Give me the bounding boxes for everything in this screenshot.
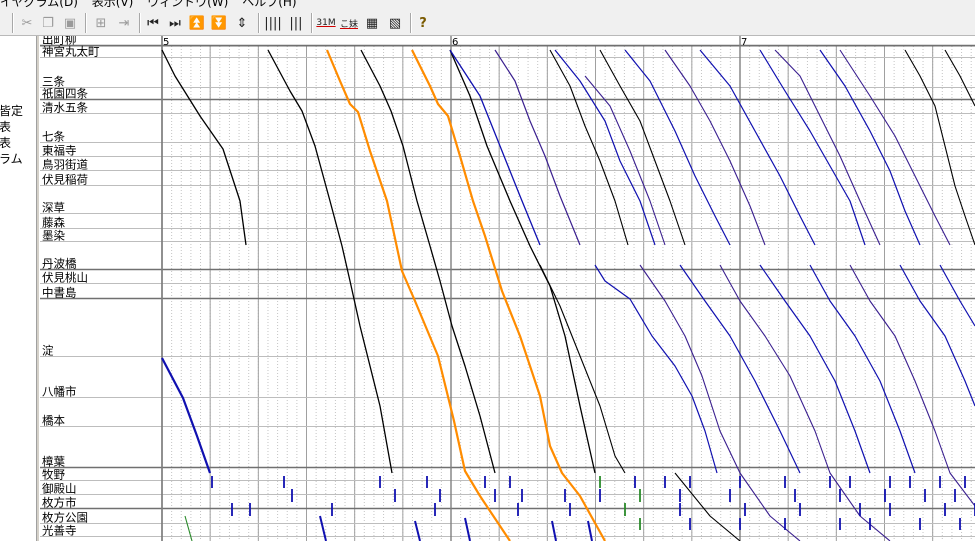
export-icon[interactable]: ⇥ xyxy=(113,13,135,33)
toolbar-separator xyxy=(410,13,412,33)
hatch-diagonal-icon[interactable]: ▧ xyxy=(384,13,406,33)
tree-item[interactable]: ラム xyxy=(0,152,23,166)
jump-center-icon[interactable]: ⇕ xyxy=(232,13,252,33)
station-label: 枚方市 xyxy=(42,496,77,510)
jump-last-icon[interactable]: ⏭ xyxy=(165,13,185,33)
station-label: 神宮丸太町 xyxy=(42,45,100,59)
station-label: 八幡市 xyxy=(42,385,77,399)
hour-label: 7 xyxy=(741,37,747,48)
toolbar-separator xyxy=(85,13,87,33)
menu-view[interactable]: 表示(V) xyxy=(92,0,134,9)
jump-first-icon[interactable]: ⏮ xyxy=(143,13,163,33)
tree-item[interactable]: 表 xyxy=(0,136,11,150)
station-label: 御殿山 xyxy=(42,482,77,496)
station-label: 祇園四条 xyxy=(42,87,88,101)
station-label: 丹波橋 xyxy=(42,257,77,271)
station-label: 中書島 xyxy=(42,286,77,300)
station-label: 墨染 xyxy=(42,229,65,243)
navigation-tree: 皆定 表 表 ラム xyxy=(0,36,36,541)
help-icon[interactable]: ? xyxy=(413,13,433,33)
menu-window[interactable]: ウィンドウ(W) xyxy=(147,0,228,9)
copy-icon[interactable]: ❐ xyxy=(38,13,58,33)
toolbar-separator xyxy=(311,13,313,33)
jump-top-icon[interactable]: ⏫ xyxy=(187,13,207,33)
tree-item[interactable]: 皆定 xyxy=(0,104,23,118)
station-label: 枚方公園 xyxy=(42,511,88,525)
station-label: 橋本 xyxy=(42,414,65,428)
menu-help[interactable]: ヘルプ(H) xyxy=(242,0,296,9)
station-label: 清水五条 xyxy=(42,101,88,115)
station-label: 伏見稲荷 xyxy=(42,173,88,187)
station-label: 伏見桃山 xyxy=(42,271,88,285)
hatch-grid-icon[interactable]: ▦ xyxy=(361,13,383,33)
narrow-columns-icon[interactable]: ||| xyxy=(286,13,306,33)
toolbar-separator xyxy=(12,13,14,33)
station-label: 七条 xyxy=(42,130,65,144)
station-label: 東福寺 xyxy=(42,144,77,158)
wide-columns-icon[interactable]: |||| xyxy=(262,13,284,33)
train-name-icon[interactable]: こ妹 xyxy=(338,13,360,33)
hour-label: 6 xyxy=(452,37,458,48)
tree-item[interactable]: 表 xyxy=(0,120,11,134)
paste-icon[interactable]: ▣ xyxy=(60,13,80,33)
cut-icon[interactable]: ✂ xyxy=(17,13,37,33)
station-label: 樟葉 xyxy=(42,455,65,469)
station-label: 光善寺 xyxy=(42,524,77,538)
jump-down-icon[interactable]: ⏬ xyxy=(209,13,229,33)
menu-bar: イヤグラム(D) 表示(V) ウィンドウ(W) ヘルプ(H) xyxy=(0,0,975,10)
hour-label: 5 xyxy=(163,37,169,48)
station-label: 鳥羽街道 xyxy=(42,158,88,172)
station-label: 牧野 xyxy=(42,468,65,482)
station-label: 深草 xyxy=(42,201,65,215)
toolbar: ✂ ❐ ▣ ⊞ ⇥ ⏮ ⏭ ⏫ ⏬ ⇕ |||| ||| 31M こ妹 ▦ ▧ … xyxy=(0,10,975,36)
train-diagram[interactable]: 567 出町柳神宮丸太町三条祇園四条清水五条七条東福寺鳥羽街道伏見稲荷深草藤森墨… xyxy=(40,36,975,541)
menu-diagram[interactable]: イヤグラム(D) xyxy=(0,0,78,9)
toolbar-separator xyxy=(258,13,260,33)
minute-label-icon[interactable]: 31M xyxy=(315,13,337,33)
toolbar-separator xyxy=(139,13,141,33)
insert-icon[interactable]: ⊞ xyxy=(90,13,112,33)
station-label: 淀 xyxy=(42,344,54,358)
station-label: 藤森 xyxy=(42,216,65,230)
